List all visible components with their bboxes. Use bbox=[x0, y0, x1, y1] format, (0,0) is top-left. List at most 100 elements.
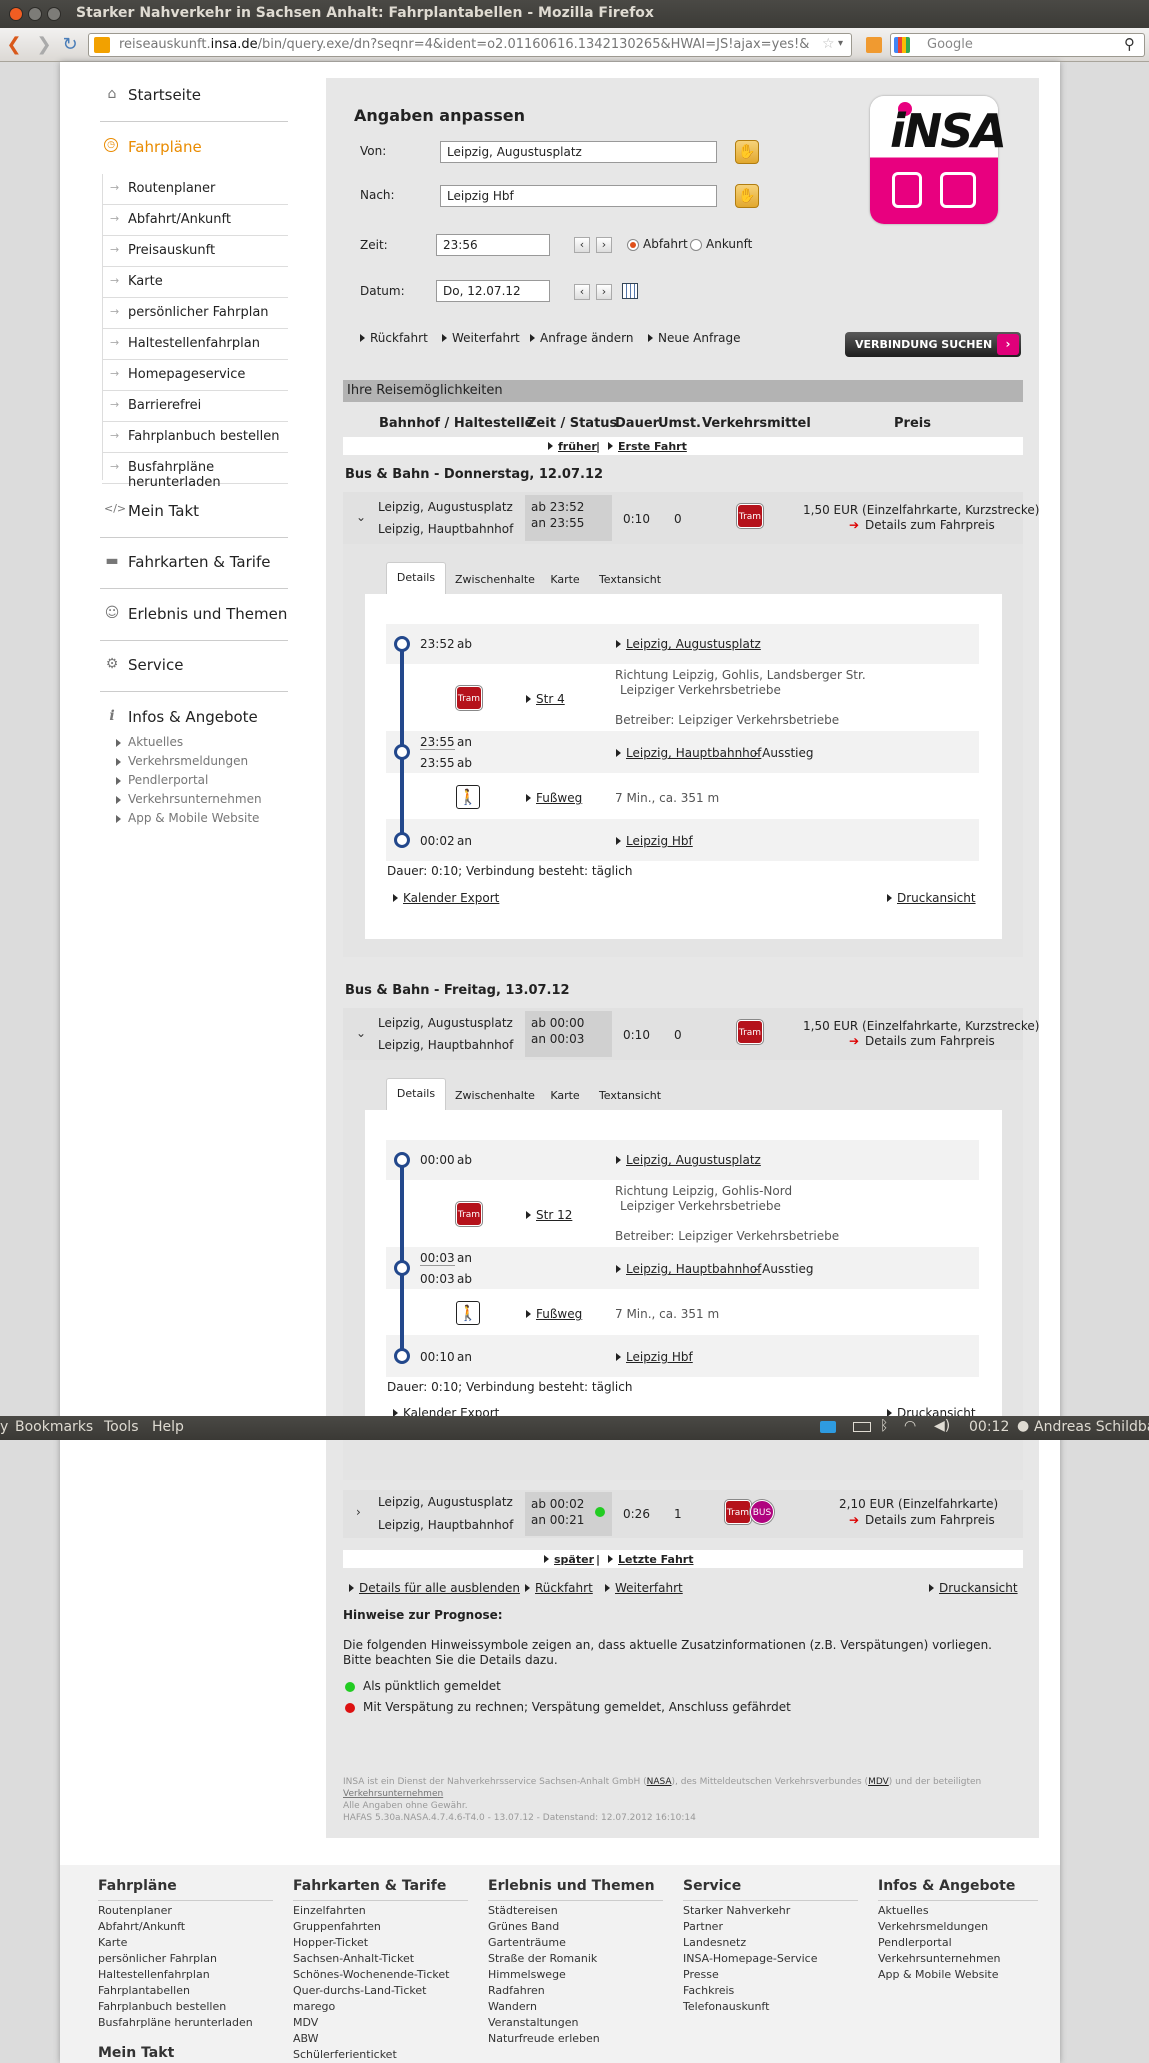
mdv-link[interactable]: MDV bbox=[868, 1777, 889, 1787]
anfrage-aendern-link[interactable]: Anfrage ändern bbox=[530, 331, 633, 345]
d2-fussweg-link[interactable]: Fußweg bbox=[526, 1307, 582, 1321]
d1-stop1-link[interactable]: Leipzig, Augustusplatz bbox=[616, 637, 761, 651]
bookmark-star-icon[interactable]: ☆ bbox=[822, 36, 835, 52]
footer-link[interactable]: Radfahren bbox=[488, 1984, 663, 1997]
d2-stop2-link[interactable]: Leipzig, Hauptbahnhof bbox=[616, 1262, 761, 1276]
nav-startseite[interactable]: ⌂ Startseite bbox=[100, 86, 288, 122]
footer-link[interactable]: Pendlerportal bbox=[878, 1936, 1038, 1949]
d1-line-link[interactable]: Str 4 bbox=[526, 692, 565, 706]
nav-fahrkarten[interactable]: ▬ Fahrkarten & Tarife bbox=[100, 553, 288, 589]
subnav-karte[interactable]: Karte bbox=[102, 267, 288, 298]
footer-link[interactable]: Sachsen-Anhalt-Ticket bbox=[293, 1952, 468, 1965]
datum-later-button[interactable]: › bbox=[596, 284, 612, 300]
menu-history[interactable]: y bbox=[0, 1419, 8, 1435]
footer-link[interactable]: Straße der Romanik bbox=[488, 1952, 663, 1965]
footer-link[interactable]: Busfahrpläne herunterladen bbox=[98, 2016, 273, 2029]
footer-link[interactable]: Städtereisen bbox=[488, 1904, 663, 1917]
d2-stop1-link[interactable]: Leipzig, Augustusplatz bbox=[616, 1153, 761, 1167]
battery-icon[interactable] bbox=[853, 1422, 871, 1432]
rss-feed-icon[interactable] bbox=[866, 37, 882, 53]
infos-verkehrsunternehmen[interactable]: Verkehrsunternehmen bbox=[116, 792, 262, 806]
con2-price-link[interactable]: Details zum Fahrpreis bbox=[865, 1034, 995, 1048]
footer-link[interactable]: Fahrplanbuch bestellen bbox=[98, 2000, 273, 2013]
footer-link[interactable]: Verkehrsunternehmen bbox=[878, 1952, 1038, 1965]
d2-stop3-link[interactable]: Leipzig Hbf bbox=[616, 1350, 693, 1364]
footer-link[interactable]: Haltestellenfahrplan bbox=[98, 1968, 273, 1981]
user-name[interactable]: Andreas Schildba bbox=[1034, 1419, 1149, 1435]
d1-stop2-link[interactable]: Leipzig, Hauptbahnhof bbox=[616, 746, 761, 760]
datum-input[interactable]: Do, 12.07.12 bbox=[436, 280, 550, 302]
footer-link[interactable]: Wandern bbox=[488, 2000, 663, 2013]
frueher-link[interactable]: früher bbox=[548, 440, 597, 453]
tab1-karte[interactable]: Karte bbox=[545, 565, 585, 586]
tab2-textansicht[interactable]: Textansicht bbox=[598, 1081, 662, 1102]
d1-fussweg-link[interactable]: Fußweg bbox=[526, 791, 582, 805]
footer-link[interactable]: Himmelswege bbox=[488, 1968, 663, 1981]
subnav-haltestellenfahrplan[interactable]: Haltestellenfahrplan bbox=[102, 329, 288, 360]
details-ausblenden-link[interactable]: Details für alle ausblenden bbox=[349, 1581, 520, 1595]
footer-link[interactable]: Aktuelles bbox=[878, 1904, 1038, 1917]
zeit-input[interactable]: 23:56 bbox=[436, 234, 550, 256]
subnav-barrierefrei[interactable]: Barrierefrei bbox=[102, 391, 288, 422]
subnav-busfahrplaene[interactable]: Busfahrpläne herunterladen bbox=[102, 453, 288, 490]
url-dropdown-icon[interactable]: ▾ bbox=[838, 38, 843, 49]
nav-infos[interactable]: i Infos & Angebote bbox=[100, 708, 288, 734]
con1-collapse-icon[interactable]: ⌄ bbox=[356, 510, 366, 524]
footer-link[interactable]: ABW bbox=[293, 2032, 468, 2045]
tab2-karte[interactable]: Karte bbox=[545, 1081, 585, 1102]
footer-link[interactable]: Verkehrsmeldungen bbox=[878, 1920, 1038, 1933]
menu-help[interactable]: Help bbox=[152, 1419, 184, 1435]
minimize-window-icon[interactable] bbox=[28, 7, 42, 21]
infos-pendlerportal[interactable]: Pendlerportal bbox=[115, 773, 208, 787]
footer-link[interactable]: Hopper-Ticket bbox=[293, 1936, 468, 1949]
clock-display[interactable]: 00:12 bbox=[969, 1419, 1009, 1435]
druckansicht-bottom-link[interactable]: Druckansicht bbox=[929, 1581, 1018, 1595]
subnav-abfahrt-ankunft[interactable]: Abfahrt/Ankunft bbox=[102, 205, 288, 236]
subnav-persoenlicher-fahrplan[interactable]: persönlicher Fahrplan bbox=[102, 298, 288, 329]
letzte-fahrt-link[interactable]: Letzte Fahrt bbox=[608, 1553, 694, 1566]
subnav-fahrplanbuch[interactable]: Fahrplanbuch bestellen bbox=[102, 422, 288, 453]
verkehrsunternehmen-link[interactable]: Verkehrsunternehmen bbox=[343, 1788, 443, 1800]
footer-link[interactable]: Gartenträume bbox=[488, 1936, 663, 1949]
footer-link[interactable]: Fahrplantabellen bbox=[98, 1984, 273, 1997]
footer-link[interactable]: Quer-durchs-Land-Ticket bbox=[293, 1984, 468, 1997]
footer-link[interactable]: Einzelfahrten bbox=[293, 1904, 468, 1917]
tab2-zwischenhalte[interactable]: Zwischenhalte bbox=[455, 1081, 535, 1102]
tab1-details[interactable]: Details bbox=[386, 562, 446, 594]
d1-kalender-link[interactable]: Kalender Export bbox=[393, 891, 499, 905]
nasa-link[interactable]: NASA bbox=[647, 1777, 672, 1787]
zeit-later-button[interactable]: › bbox=[596, 237, 612, 253]
d2-line-link[interactable]: Str 12 bbox=[526, 1208, 572, 1222]
footer-link[interactable]: INSA-Homepage-Service bbox=[683, 1952, 858, 1965]
infos-app-mobile[interactable]: App & Mobile Website bbox=[115, 811, 259, 825]
footer-link[interactable]: App & Mobile Website bbox=[878, 1968, 1038, 1981]
footer-link[interactable]: Abfahrt/Ankunft bbox=[98, 1920, 273, 1933]
mail-icon[interactable] bbox=[820, 1421, 836, 1433]
menu-bookmarks[interactable]: Bookmarks bbox=[15, 1419, 93, 1435]
erste-fahrt-link[interactable]: Erste Fahrt bbox=[608, 440, 687, 453]
calendar-icon[interactable] bbox=[622, 283, 638, 299]
footer-link[interactable]: Veranstaltungen bbox=[488, 2016, 663, 2029]
url-bar[interactable]: reiseauskunft.insa.de/bin/query.exe/dn?s… bbox=[88, 33, 852, 57]
weiterfahrt-link[interactable]: Weiterfahrt bbox=[442, 331, 520, 345]
tab1-zwischenhalte[interactable]: Zwischenhalte bbox=[455, 565, 535, 586]
menu-tools[interactable]: Tools bbox=[104, 1419, 139, 1435]
wifi-icon[interactable]: ◠ bbox=[904, 1418, 916, 1434]
footer-link[interactable]: persönlicher Fahrplan bbox=[98, 1952, 273, 1965]
search-engine-icon[interactable] bbox=[894, 37, 910, 53]
back-icon[interactable]: ❮ bbox=[4, 34, 24, 56]
reload-icon[interactable]: ↻ bbox=[60, 34, 80, 56]
nav-service[interactable]: ⚙ Service bbox=[100, 656, 288, 692]
footer-link[interactable]: Naturfreude erleben bbox=[488, 2032, 663, 2045]
footer-link[interactable]: marego bbox=[293, 2000, 468, 2013]
tab1-textansicht[interactable]: Textansicht bbox=[598, 565, 662, 586]
rueckfahrt-link[interactable]: Rückfahrt bbox=[360, 331, 428, 345]
rueckfahrt-bottom-link[interactable]: Rückfahrt bbox=[525, 1581, 593, 1595]
weiterfahrt-bottom-link[interactable]: Weiterfahrt bbox=[605, 1581, 683, 1595]
search-magnifier-icon[interactable]: ⚲ bbox=[1124, 35, 1135, 53]
nav-mein-takt[interactable]: </> Mein Takt bbox=[100, 502, 288, 538]
infos-aktuelles[interactable]: Aktuelles bbox=[115, 735, 183, 749]
footer-link[interactable]: Schülerferienticket bbox=[293, 2048, 468, 2061]
nav-erlebnis[interactable]: ☺ Erlebnis und Themen bbox=[100, 605, 288, 641]
tab2-details[interactable]: Details bbox=[386, 1078, 446, 1110]
